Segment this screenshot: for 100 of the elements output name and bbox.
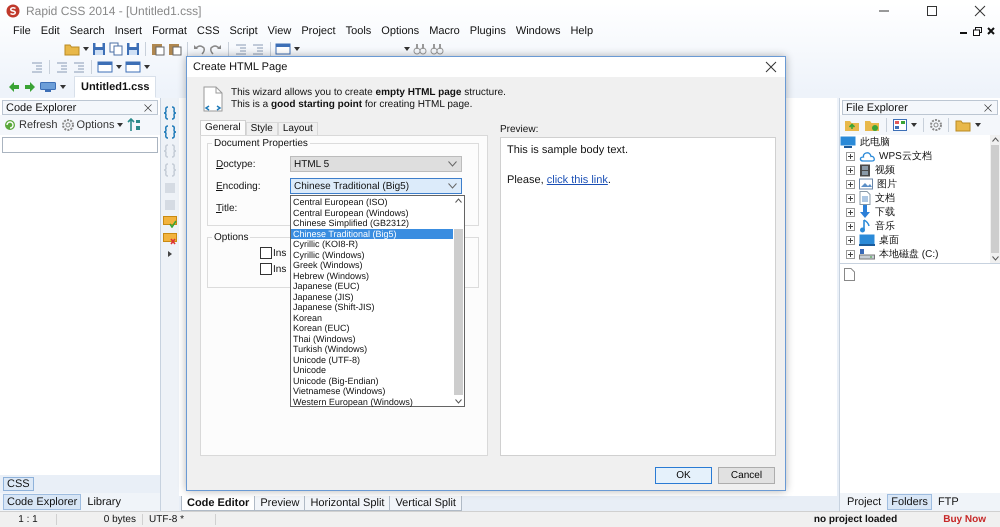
list-option[interactable]: Cyrillic (KOI8-R) xyxy=(291,239,453,250)
caret-icon[interactable] xyxy=(975,123,981,127)
list-option[interactable]: Vietnamese (Windows) xyxy=(291,386,453,396)
menu-item[interactable]: Macro xyxy=(424,24,465,38)
menu-item[interactable]: Windows xyxy=(510,24,566,38)
dialog-tab[interactable]: General xyxy=(200,120,246,135)
buy-now-link[interactable]: Buy Now xyxy=(935,514,1000,525)
caret-icon[interactable] xyxy=(294,47,300,51)
scroll-thumb[interactable] xyxy=(991,145,999,253)
menu-item[interactable]: Format xyxy=(147,24,192,38)
scroll-down-icon[interactable] xyxy=(455,399,462,404)
preview-link[interactable]: click this link xyxy=(546,174,608,186)
menu-item[interactable]: CSS xyxy=(192,24,225,38)
list-option[interactable]: Unicode (UTF-8) xyxy=(291,354,453,365)
expand-icon[interactable] xyxy=(846,236,855,244)
view-icon[interactable] xyxy=(893,119,907,131)
caret-icon[interactable] xyxy=(116,65,122,69)
tree-item[interactable]: WPS云文档 xyxy=(879,149,932,163)
menu-item[interactable]: Search xyxy=(64,24,110,38)
encoding-dropdown[interactable]: Chinese Traditional (Big5) xyxy=(290,178,462,194)
editor-tab[interactable]: Vertical Split xyxy=(389,496,462,511)
close-icon[interactable] xyxy=(974,5,986,17)
folder-up-icon[interactable] xyxy=(844,118,860,132)
options-button[interactable]: Options xyxy=(62,119,124,131)
new-folder-icon[interactable] xyxy=(864,118,880,132)
restore-icon[interactable] xyxy=(973,26,982,36)
caret-icon[interactable] xyxy=(83,47,89,51)
list-option[interactable]: Japanese (JIS) xyxy=(291,292,453,302)
layout-icon[interactable] xyxy=(125,60,141,74)
list-option[interactable]: Cyrillic (Windows) xyxy=(291,250,453,260)
panel-tab[interactable]: FTP xyxy=(934,494,963,510)
list-option[interactable]: Central European (Windows) xyxy=(291,208,453,218)
filter-field[interactable] xyxy=(2,137,158,153)
note-cross-icon[interactable] xyxy=(163,233,177,245)
menu-item[interactable]: Tools xyxy=(340,24,376,38)
tree-item[interactable]: 本地磁盘 (C:) xyxy=(879,247,938,261)
layout-icon[interactable] xyxy=(275,42,292,56)
list-option[interactable]: Chinese Simplified (GB2312) xyxy=(291,218,453,228)
expand-icon[interactable] xyxy=(846,180,855,188)
list-option[interactable]: Thai (Windows) xyxy=(291,334,453,344)
list-option[interactable]: Unicode xyxy=(291,365,453,376)
menu-item[interactable]: Project xyxy=(296,24,341,38)
layout-icon[interactable] xyxy=(97,60,113,74)
dialog-button[interactable]: Cancel xyxy=(718,467,775,484)
more-icon[interactable] xyxy=(166,250,174,258)
editor-tab[interactable]: Preview xyxy=(254,496,306,511)
menu-item[interactable]: Plugins xyxy=(464,24,511,38)
list-option[interactable]: Korean (EUC) xyxy=(291,323,453,334)
tree-item[interactable]: 文档 xyxy=(875,191,895,205)
maximize-icon[interactable] xyxy=(926,5,938,17)
list-option[interactable]: Japanese (Shift-JIS) xyxy=(291,302,453,312)
dialog-tab[interactable]: Style xyxy=(246,122,278,135)
menu-item[interactable]: Help xyxy=(565,24,598,38)
tree-item[interactable]: 视频 xyxy=(875,163,895,177)
menu-item[interactable]: Script xyxy=(224,24,263,38)
indent-icon[interactable] xyxy=(234,42,248,56)
indent-icon[interactable] xyxy=(250,42,265,56)
indent-icon[interactable] xyxy=(72,60,86,74)
menu-item[interactable]: Edit xyxy=(36,24,65,38)
copy-icon[interactable] xyxy=(109,42,123,56)
panel-tab[interactable]: Code Explorer xyxy=(3,494,82,510)
expand-icon[interactable] xyxy=(846,194,855,202)
paste-icon[interactable] xyxy=(168,42,182,56)
close-icon[interactable] xyxy=(765,61,777,73)
list-option[interactable]: Unicode (Big-Endian) xyxy=(291,376,453,386)
tree-item[interactable]: 音乐 xyxy=(875,219,895,233)
scroll-up-icon[interactable] xyxy=(992,137,998,142)
css-tab[interactable]: CSS xyxy=(3,477,34,491)
braces-icon[interactable] xyxy=(163,125,177,139)
paste-icon[interactable] xyxy=(150,42,165,56)
scroll-down-icon[interactable] xyxy=(992,256,998,261)
scroll-thumb[interactable] xyxy=(454,229,463,395)
dialog-button[interactable]: OK xyxy=(655,467,712,484)
gear-icon[interactable] xyxy=(930,119,942,131)
close-icon[interactable] xyxy=(144,103,152,112)
sort-icon[interactable] xyxy=(127,118,142,132)
menu-item[interactable]: View xyxy=(262,24,296,38)
forward-arrow-icon[interactable] xyxy=(24,81,36,93)
document-tab[interactable]: Untitled1.css xyxy=(74,76,156,98)
redo-icon[interactable] xyxy=(209,42,224,56)
list-option[interactable]: Western European (Windows) xyxy=(291,396,453,407)
scroll-up-icon[interactable] xyxy=(455,198,462,203)
list-option[interactable]: Turkish (Windows) xyxy=(291,344,453,354)
scrollbar[interactable] xyxy=(453,196,464,406)
expand-icon[interactable] xyxy=(846,166,855,174)
list-option[interactable]: Hebrew (Windows) xyxy=(291,270,453,281)
undo-icon[interactable] xyxy=(192,42,206,56)
caret-icon[interactable] xyxy=(911,123,917,127)
monitor-icon[interactable] xyxy=(40,82,56,92)
scrollbar[interactable] xyxy=(990,135,1000,263)
panel-tab[interactable]: Library xyxy=(83,494,125,510)
dialog-tab[interactable]: Layout xyxy=(278,122,318,135)
editor-tab[interactable]: Horizontal Split xyxy=(304,496,390,511)
close-icon[interactable] xyxy=(987,27,995,35)
caret-icon[interactable] xyxy=(144,65,150,69)
expand-icon[interactable] xyxy=(846,152,855,160)
list-option[interactable]: Greek (Windows) xyxy=(291,260,453,270)
binoculars-icon[interactable] xyxy=(430,42,444,56)
panel-tab[interactable]: Folders xyxy=(887,494,932,510)
menu-item[interactable]: File xyxy=(8,24,36,38)
